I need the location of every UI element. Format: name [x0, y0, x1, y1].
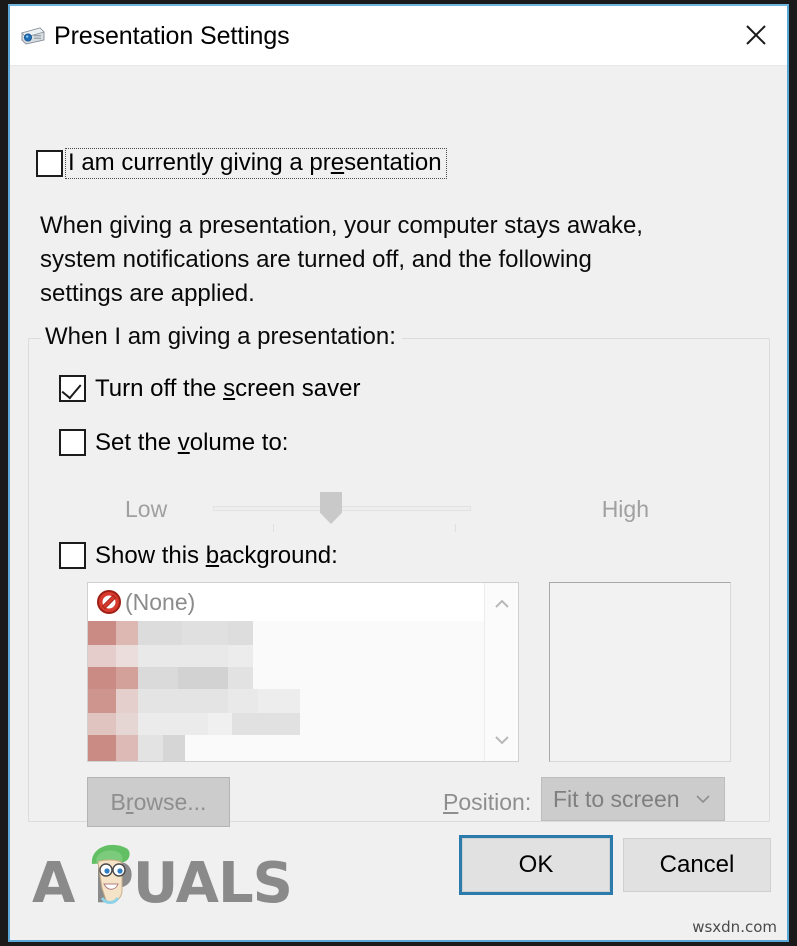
- label-part-pre: B: [110, 788, 126, 815]
- label-part-post: creen saver: [235, 374, 361, 402]
- list-item[interactable]: (None): [88, 583, 518, 621]
- access-key: P: [443, 789, 459, 815]
- checkbox-turn-off-screen-saver-label: Turn off the screen saver: [95, 374, 361, 402]
- presentation-settings-dialog: Presentation Settings I am currently giv…: [8, 4, 789, 942]
- slider-thumb[interactable]: [320, 492, 342, 524]
- slider-tick: [455, 524, 456, 532]
- checkbox-giving-presentation[interactable]: I am currently giving a presentation: [36, 148, 447, 179]
- checkbox-turn-off-screen-saver-box[interactable]: [59, 375, 86, 402]
- slider-tick: [273, 524, 274, 532]
- position-dropdown-value: Fit to screen: [553, 785, 680, 812]
- checkbox-show-background-box[interactable]: [59, 542, 86, 569]
- dialog-body: I am currently giving a presentation Whe…: [10, 66, 787, 895]
- background-preview: [549, 582, 731, 762]
- watermark-brand: A PUALS: [32, 851, 293, 916]
- access-key: e: [330, 149, 345, 176]
- no-entry-icon: [97, 590, 121, 614]
- scroll-down-icon[interactable]: [485, 725, 518, 755]
- checkbox-show-background[interactable]: Show this background:: [59, 542, 338, 569]
- mascot-icon: [91, 844, 130, 904]
- window-title: Presentation Settings: [54, 22, 290, 50]
- browse-button[interactable]: Browse...: [87, 777, 230, 827]
- background-list[interactable]: (None): [87, 582, 519, 762]
- label-part-post: osition:: [458, 789, 532, 815]
- checkbox-giving-presentation-box[interactable]: [36, 150, 63, 177]
- slider-track[interactable]: [213, 506, 471, 511]
- ok-button[interactable]: OK: [459, 835, 613, 895]
- label-part-post: olume to:: [189, 428, 289, 456]
- volume-slider[interactable]: Low High: [125, 484, 649, 536]
- label-part-pre: I am currently giving a pr: [68, 149, 331, 176]
- description-text: When giving a presentation, your compute…: [40, 212, 643, 308]
- scroll-up-icon[interactable]: [485, 589, 518, 619]
- position-label: Position:: [443, 789, 531, 816]
- label-part-post: ackground:: [219, 541, 338, 569]
- checkbox-set-volume-box[interactable]: [59, 429, 86, 456]
- title-bar: Presentation Settings: [10, 6, 787, 66]
- chevron-down-icon: [694, 792, 712, 810]
- position-dropdown[interactable]: Fit to screen: [541, 777, 725, 821]
- appuals-watermark: A PUALS: [32, 842, 293, 926]
- presentation-settings-group: When I am giving a presentation: Turn of…: [28, 323, 770, 827]
- browse-button-label: Browse...: [111, 789, 207, 816]
- label-part-post: owse...: [133, 788, 207, 815]
- list-item-label: (None): [125, 588, 196, 615]
- group-legend: When I am giving a presentation:: [41, 323, 402, 351]
- checkbox-set-volume-label: Set the volume to:: [95, 428, 289, 456]
- list-scrollbar[interactable]: [484, 583, 518, 761]
- access-key: r: [125, 788, 134, 815]
- slider-low-label: Low: [125, 496, 168, 522]
- access-key: v: [177, 428, 190, 456]
- checkbox-giving-presentation-label: I am currently giving a presentation: [68, 149, 442, 176]
- checkbox-show-background-label: Show this background:: [95, 541, 338, 569]
- label-part-pre: Show this: [95, 541, 206, 569]
- slider-high-label: High: [601, 496, 649, 522]
- close-icon: [746, 25, 766, 45]
- close-button[interactable]: [725, 6, 787, 64]
- access-key: s: [223, 374, 236, 402]
- checkbox-set-volume[interactable]: Set the volume to:: [59, 429, 288, 456]
- label-part-pre: Set the: [95, 428, 178, 456]
- cancel-button[interactable]: Cancel: [623, 838, 771, 892]
- label-part-post: sentation: [344, 149, 442, 176]
- screenshot-root: Presentation Settings I am currently giv…: [0, 0, 797, 946]
- projector-icon: [20, 24, 46, 48]
- source-watermark: wsxdn.com: [692, 918, 777, 936]
- focus-rect: I am currently giving a presentation: [65, 148, 447, 179]
- redacted-list-content: [88, 621, 518, 761]
- checkbox-turn-off-screen-saver[interactable]: Turn off the screen saver: [59, 375, 360, 402]
- access-key: b: [205, 541, 220, 569]
- label-part-pre: Turn off the: [95, 374, 224, 402]
